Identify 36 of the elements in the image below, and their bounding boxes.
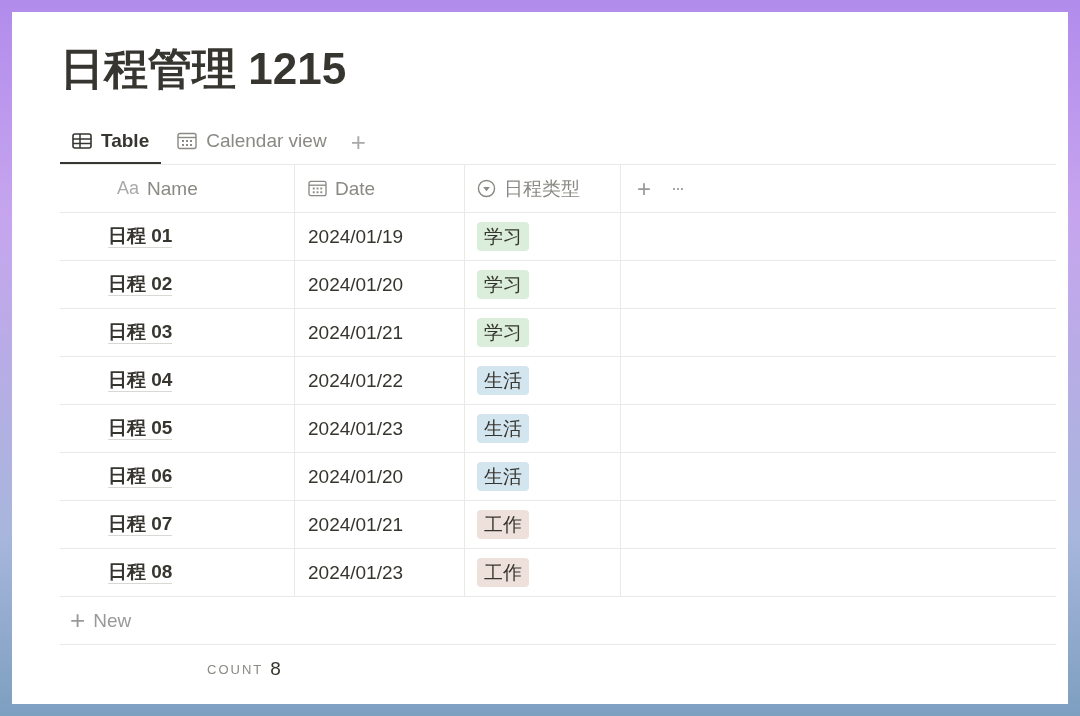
date-text: 2024/01/20 <box>308 465 404 488</box>
column-header[interactable]: 日程类型 <box>465 165 621 212</box>
row-title[interactable]: 日程 07 <box>108 513 173 536</box>
row-title[interactable]: 日程 02 <box>108 273 173 296</box>
date-text: 2024/01/23 <box>308 561 404 584</box>
calendar-icon <box>177 132 198 150</box>
page-title: 日程管理 1215 <box>60 43 348 95</box>
view-tab[interactable]: Calendar view <box>165 120 339 164</box>
column-header[interactable]: Aa Name <box>60 165 295 212</box>
date-text: 2024/01/19 <box>308 225 404 248</box>
category-tag: 生活 <box>477 414 529 443</box>
date-text: 2024/01/20 <box>308 273 404 296</box>
count-label: COUNT <box>207 661 264 677</box>
view-tab[interactable]: Table <box>60 120 162 164</box>
category-tag: 学习 <box>477 222 529 251</box>
category-tag: 生活 <box>477 366 529 395</box>
date-text: 2024/01/22 <box>308 369 404 392</box>
category-tag: 生活 <box>477 462 529 491</box>
calendar-icon <box>308 180 327 197</box>
column-header[interactable]: Date <box>295 165 465 212</box>
category-tag: 学习 <box>477 318 529 347</box>
category-tag: 学习 <box>477 270 529 299</box>
date-text: 2024/01/21 <box>308 321 404 344</box>
row-title[interactable]: 日程 01 <box>108 225 173 248</box>
count-value: 8 <box>270 658 281 680</box>
row-title[interactable]: 日程 03 <box>108 321 173 344</box>
dropdown-circle-icon <box>477 179 496 198</box>
row-title[interactable]: 日程 06 <box>108 465 173 488</box>
table-icon <box>72 133 92 149</box>
category-tag: 工作 <box>477 510 529 539</box>
date-text: 2024/01/23 <box>308 417 404 440</box>
row-title[interactable]: 日程 05 <box>108 417 173 440</box>
row-title[interactable]: 日程 04 <box>108 369 173 392</box>
row-title[interactable]: 日程 08 <box>108 561 173 584</box>
category-tag: 工作 <box>477 558 529 587</box>
date-text: 2024/01/21 <box>308 513 404 536</box>
